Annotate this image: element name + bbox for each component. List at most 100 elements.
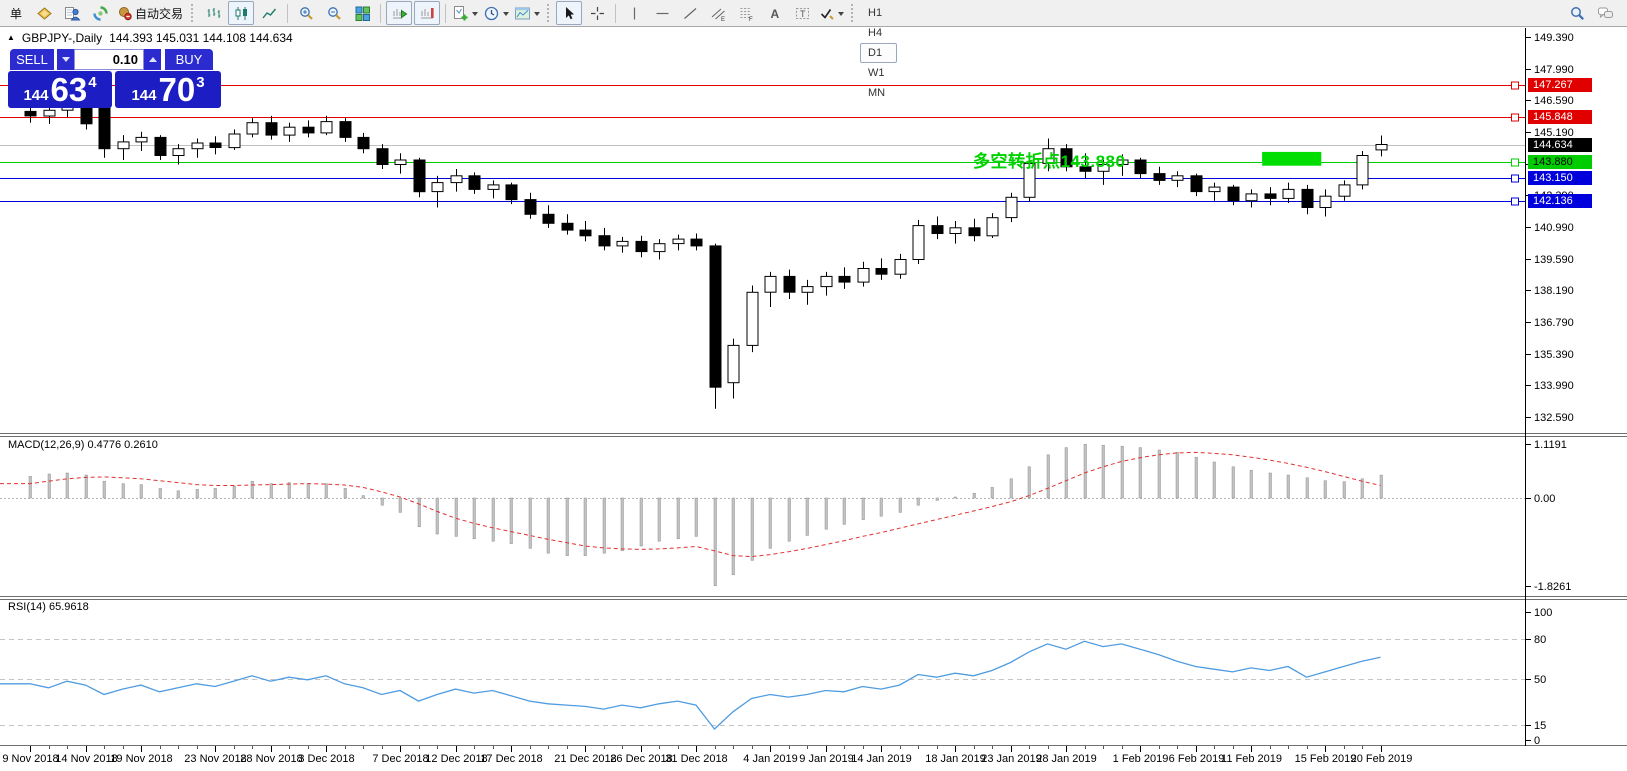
timeframe-button-h1[interactable]: H1 [860,3,897,23]
auto-scroll-button[interactable] [386,1,412,25]
toolbar-drag-handle[interactable] [547,4,551,22]
candlestick-chart-button[interactable] [228,1,254,25]
vertical-line-button[interactable] [621,1,647,25]
rsi-layer [0,640,1525,730]
symbol-collapse-icon[interactable]: ▲ [7,32,15,44]
bar-chart-button[interactable] [200,1,226,25]
svg-text:146.590: 146.590 [1534,95,1574,107]
chart-canvas[interactable]: 149.390147.990146.590145.190143.790142.3… [0,0,1627,771]
arrows-button[interactable] [817,1,846,25]
chart-shift-button[interactable] [414,1,440,25]
templates-button[interactable] [513,1,542,25]
line-chart-button[interactable] [256,1,282,25]
chart-shift-icon [419,5,436,22]
date-axis-label: 21 Dec 2018 [554,753,616,765]
buy-button[interactable]: BUY [165,49,213,70]
timeframe-button-h4[interactable]: H4 [860,23,897,43]
chat-button[interactable] [1592,1,1618,25]
timeframe-button-mn[interactable]: MN [860,83,897,103]
zoom-out-icon [326,5,343,22]
trendline-button[interactable] [677,1,703,25]
buy-button-label: BUY [176,52,203,67]
toolbar-drag-handle[interactable] [191,4,195,22]
date-axis-label: 26 Dec 2018 [610,753,672,765]
triangle-down-icon [62,57,70,66]
toolbar-drag-handle[interactable] [851,4,855,22]
zoom-out-button[interactable] [321,1,347,25]
date-axis-label: 18 Jan 2019 [925,753,986,765]
buy-price-main: 70 [158,73,195,106]
candles-layer[interactable] [25,100,1387,409]
crosshair-icon [589,5,606,22]
svg-text:E: E [721,17,725,22]
date-axis-label: 14 Nov 2018 [55,753,117,765]
autotrading-button[interactable]: 自动交易 [115,1,186,25]
periods-clock-icon [483,5,500,22]
search-button[interactable] [1564,1,1590,25]
autotrading-icon [116,5,133,22]
cursor-button[interactable] [556,1,582,25]
tile-windows-button[interactable] [349,1,375,25]
date-axis-label: 15 Feb 2019 [1295,753,1357,765]
date-axis-label: 19 Nov 2018 [110,753,172,765]
chevron-down-icon[interactable] [534,12,540,19]
fibonacci-icon: F [738,5,755,22]
chart-text-annotation[interactable]: 多空转折点143.880 [973,147,1125,172]
date-axis-label: 17 Dec 2018 [480,753,542,765]
date-axis-label: 20 Feb 2019 [1351,753,1413,765]
svg-text:135.390: 135.390 [1534,349,1574,361]
toolbar-separator [287,4,288,23]
svg-text:132.590: 132.590 [1534,412,1574,424]
equidistant-channel-icon: E [710,5,727,22]
macd-layer [0,444,1525,585]
timeframe-button-w1[interactable]: W1 [860,63,897,83]
autotrading-label: 自动交易 [133,5,185,22]
svg-text:136.790: 136.790 [1534,317,1574,329]
volume-increase-button[interactable] [144,49,161,70]
text-button[interactable]: A [761,1,787,25]
text-icon: A [766,5,783,22]
chevron-down-icon[interactable] [838,12,844,19]
fibonacci-button[interactable]: F [733,1,759,25]
search-icon [1569,5,1586,22]
trendline-icon [682,5,699,22]
sell-button[interactable]: SELL [10,49,54,70]
svg-text:143.790: 143.790 [1534,159,1574,171]
templates-icon [514,5,531,22]
zoom-in-button[interactable] [293,1,319,25]
text-label-button[interactable]: T [789,1,815,25]
data-refresh-button[interactable] [87,1,113,25]
horizontal-line-button[interactable] [649,1,675,25]
chart-symbol-period: GBPJPY-,Daily [22,31,102,45]
svg-text:50: 50 [1534,674,1546,686]
periods-button[interactable] [482,1,511,25]
chart-objects[interactable] [1262,152,1321,166]
date-axis-label: 6 Feb 2019 [1169,753,1225,765]
data-refresh-icon [92,5,109,22]
sell-price-box[interactable]: 144 63 4 [8,71,112,108]
indicators-button[interactable] [451,1,480,25]
navigator-button[interactable] [59,1,85,25]
chevron-down-icon[interactable] [472,12,478,19]
candlestick-chart-icon [233,5,250,22]
zoom-in-icon [298,5,315,22]
toolbar-separator [445,4,446,23]
market-watch-button[interactable] [31,1,57,25]
market-watch-icon [36,5,53,22]
chevron-down-icon[interactable] [503,12,509,19]
svg-text:15: 15 [1534,720,1546,732]
svg-text:138.190: 138.190 [1534,285,1574,297]
svg-text:139.590: 139.590 [1534,254,1574,266]
panel-separators [0,434,1627,746]
date-axis: 9 Nov 201814 Nov 201819 Nov 201823 Nov 2… [2,746,1412,765]
date-axis-label: 4 Jan 2019 [743,753,797,765]
equidistant-channel-button[interactable]: E [705,1,731,25]
crosshair-button[interactable] [584,1,610,25]
new-order-button[interactable]: 单 [3,1,29,25]
volume-input[interactable]: 0.10 [74,49,144,70]
toolbar: 单 自动交易 [0,0,1627,27]
date-axis-label: 7 Dec 2018 [372,753,428,765]
timeframe-button-d1[interactable]: D1 [860,43,897,63]
buy-price-box[interactable]: 144 70 3 [115,71,221,108]
volume-decrease-button[interactable] [57,49,74,70]
